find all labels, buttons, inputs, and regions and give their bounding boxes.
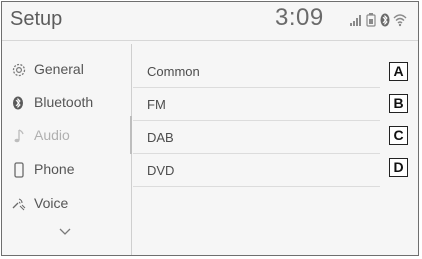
sidebar-item-label: Bluetooth (34, 94, 94, 110)
menu-item-label: DAB (147, 130, 174, 145)
voice-icon (12, 198, 26, 211)
setup-screen: Setup 3:09 General Bluetooth Audio Phone… (1, 1, 419, 256)
sidebar-item-label: General (34, 61, 84, 77)
clock: 3:09 (275, 4, 324, 31)
sidebar-item-audio[interactable]: Audio (2, 119, 130, 153)
signal-icon (350, 15, 361, 26)
wifi-icon (393, 14, 407, 27)
selected-divider (130, 116, 132, 154)
menu-item-fm[interactable]: FM (133, 88, 380, 121)
sidebar-item-label: Voice (34, 195, 69, 211)
sidebar-divider (131, 154, 132, 255)
music-note-icon (14, 129, 24, 143)
header-divider (2, 40, 418, 41)
sidebar-item-label: Phone (34, 161, 75, 177)
menu-item-dvd[interactable]: DVD (133, 154, 380, 187)
sidebar-divider (131, 44, 132, 116)
callout-a: A (389, 62, 408, 81)
callout-d: D (389, 158, 408, 177)
chevron-down-icon[interactable] (58, 227, 72, 237)
phone-icon (14, 162, 24, 178)
sidebar-item-voice[interactable]: Voice (2, 187, 130, 221)
sidebar-item-bluetooth[interactable]: Bluetooth (2, 86, 130, 120)
sidebar-item-label: Audio (34, 127, 70, 143)
sidebar-item-general[interactable]: General (2, 53, 130, 87)
gear-icon (12, 63, 26, 77)
menu-item-common[interactable]: Common (133, 55, 380, 88)
menu-item-label: DVD (147, 163, 175, 178)
page-title: Setup (10, 8, 63, 30)
battery-icon (366, 13, 376, 27)
bluetooth-icon (380, 13, 390, 27)
menu-item-label: FM (147, 97, 166, 112)
menu-item-dab[interactable]: DAB (133, 121, 380, 154)
callout-c: C (389, 126, 408, 145)
callout-b: B (389, 94, 408, 113)
bluetooth-icon (13, 96, 23, 110)
sidebar-item-phone[interactable]: Phone (2, 153, 130, 187)
menu-item-label: Common (147, 64, 200, 79)
